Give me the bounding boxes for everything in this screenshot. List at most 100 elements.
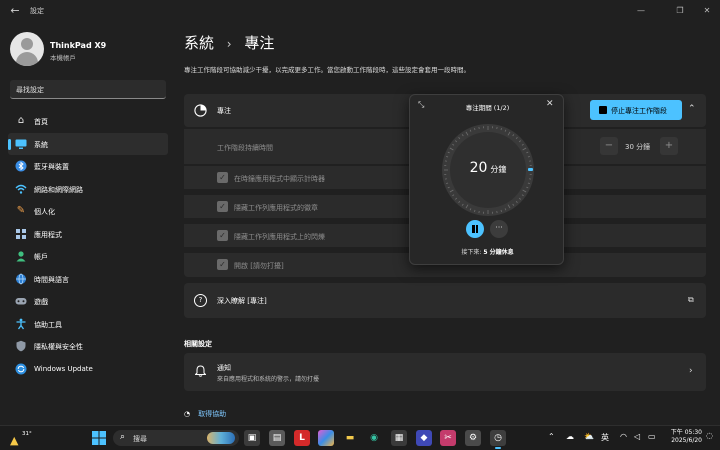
duration-increase-button[interactable]: + [660, 137, 678, 155]
checkbox-checked-icon[interactable]: ✓ [217, 172, 228, 183]
focus-timer-title: 專注期間 (1/2) [465, 104, 510, 112]
close-icon[interactable]: ✕ [546, 99, 554, 109]
edge-browser-icon[interactable]: ◉ [366, 430, 382, 446]
lenovo-app-icon[interactable]: L [294, 430, 310, 446]
sidebar-item-label: 個人化 [34, 208, 55, 216]
bell-icon [194, 365, 207, 380]
snipping-tool-icon[interactable]: ✂ [440, 430, 456, 446]
cloud-icon[interactable]: ☁ [566, 432, 574, 441]
profile-account: 本機帳戶 [50, 54, 76, 62]
option-label: 隱藏工作列應用程式上的閃爍 [234, 233, 325, 241]
timer-dial: 20 分鐘 [440, 122, 536, 218]
page-title: 專注 [244, 34, 275, 52]
chevron-right-icon: › [689, 366, 693, 376]
stop-focus-session-button[interactable]: 停止專注工作階段 [590, 100, 682, 120]
focus-timer-popup: ⤡ 專注期間 (1/2) ✕ 20 分鐘 ··· 接下來: 5 分鐘休息 [409, 94, 564, 265]
shield-icon [15, 340, 27, 352]
get-help-link[interactable]: ◔ 取得協助 [184, 409, 226, 419]
sidebar-item-privacy[interactable]: 隱私權與安全性 [8, 335, 168, 358]
sidebar-nav: ⌂ 首頁 系統 藍牙與裝置 網路和網際網路 ✎ 個人化 應用程式 帳戶 時間與語… [8, 110, 168, 380]
wifi-status-icon[interactable]: ◠ [620, 432, 627, 441]
show-hidden-icons[interactable]: ⌃ [548, 432, 555, 441]
sidebar-item-label: 時間與語言 [34, 275, 69, 284]
vantage-app-icon[interactable]: ◆ [416, 430, 432, 446]
sidebar-item-label: 首頁 [34, 118, 48, 126]
weather-widget[interactable]: ▲ 31° [10, 430, 32, 447]
checkbox-checked-icon[interactable]: ✓ [217, 259, 228, 270]
sidebar-item-personalization[interactable]: ✎ 個人化 [8, 200, 168, 223]
brush-icon: ✎ [16, 205, 26, 216]
sidebar-item-apps[interactable]: 應用程式 [8, 223, 168, 246]
sidebar-item-system[interactable]: 系統 [8, 132, 168, 155]
learn-more-card[interactable]: ? 深入瞭解 [專注] ⧉ [184, 283, 706, 318]
close-icon[interactable]: ✕ [700, 4, 714, 18]
notifications-subtitle: 來自應用程式和系統的警示，請勿打擾 [217, 376, 320, 383]
option-label: 開啟 [請勿打擾] [234, 262, 284, 270]
checkbox-checked-icon[interactable]: ✓ [217, 230, 228, 241]
next-up-text: 接下來: 5 分鐘休息 [461, 249, 514, 256]
active-app-indicator [495, 447, 501, 449]
update-icon [15, 363, 27, 375]
battery-icon[interactable]: ▭ [648, 432, 656, 441]
pause-button[interactable] [466, 220, 484, 238]
sidebar-item-label: 協助工具 [34, 320, 62, 329]
profile-name: ThinkPad X9 [50, 41, 107, 50]
minimize-icon[interactable]: — [634, 4, 648, 18]
checkbox-checked-icon[interactable]: ✓ [217, 201, 228, 212]
sidebar-item-time-language[interactable]: 時間與語言 [8, 268, 168, 291]
open-external-icon[interactable]: ⧉ [688, 295, 694, 305]
settings-search[interactable] [10, 80, 166, 99]
back-arrow-icon[interactable]: ← [8, 4, 22, 18]
onedrive-icon[interactable]: ⛅ [584, 432, 594, 441]
focus-label: 專注 [217, 107, 231, 115]
notifications-title: 通知 [217, 364, 231, 372]
file-explorer-icon[interactable]: ▬ [342, 430, 358, 446]
copilot-icon[interactable] [318, 430, 334, 446]
task-view-icon[interactable]: ▣ [244, 430, 260, 446]
maximize-icon[interactable]: ❐ [673, 4, 687, 18]
breadcrumb-separator: › [226, 37, 232, 51]
avatar [10, 32, 44, 66]
sidebar-item-label: 帳戶 [34, 253, 48, 261]
page-description: 專注工作階段可協助減少干擾，以完成更多工作。當您啟動工作階段時，這些設定會套用一… [184, 66, 470, 74]
bluetooth-icon [15, 160, 27, 172]
sidebar-item-accessibility[interactable]: 協助工具 [8, 313, 168, 336]
clock-app-icon[interactable]: ◷ [490, 430, 506, 446]
weather-sun-icon: ▲ [10, 434, 19, 447]
ime-indicator[interactable]: 英 [601, 432, 609, 443]
accessibility-icon [15, 318, 27, 330]
sidebar-item-label: 遊戲 [34, 298, 48, 306]
help-circle-icon: ? [194, 294, 207, 307]
copilot-app-icon[interactable]: ▤ [269, 430, 285, 446]
search-input[interactable] [16, 83, 156, 96]
duration-decrease-button[interactable]: − [600, 137, 618, 155]
more-options-button[interactable]: ··· [490, 220, 508, 238]
sidebar-item-gaming[interactable]: 遊戲 [8, 290, 168, 313]
taskbar-search[interactable]: ⌕ 搜尋 [113, 430, 239, 446]
sidebar-item-home[interactable]: ⌂ 首頁 [8, 110, 168, 133]
learn-more-label: 深入瞭解 [專注] [217, 297, 267, 305]
sidebar-item-accounts[interactable]: 帳戶 [8, 245, 168, 268]
sidebar-item-bluetooth[interactable]: 藍牙與裝置 [8, 155, 168, 178]
volume-icon[interactable]: ◁ [634, 432, 640, 441]
notifications-card[interactable]: 通知 來自應用程式和系統的警示，請勿打擾 › [184, 353, 706, 391]
settings-app-icon[interactable]: ⚙ [465, 430, 481, 446]
sidebar-item-label: Windows Update [34, 364, 93, 373]
taskbar: ▲ 31° ⌕ 搜尋 ▣ ▤ L ▬ ◉ ▦ ◆ ✂ ⚙ ◷ ⌃ ☁ ⛅ 英 ◠… [0, 425, 720, 450]
stop-icon [599, 106, 607, 114]
sidebar-item-label: 隱私權與安全性 [34, 343, 83, 351]
system-icon [15, 138, 27, 150]
chevron-up-icon[interactable]: ⌃ [688, 104, 696, 114]
microsoft-store-icon[interactable]: ▦ [391, 430, 407, 446]
breadcrumb-system[interactable]: 系統 [184, 34, 214, 52]
notification-bell-icon[interactable]: ◌ [706, 431, 713, 440]
sidebar-item-label: 網路和網際網路 [34, 185, 83, 194]
sidebar-item-windows-update[interactable]: Windows Update [8, 358, 168, 381]
timer-minutes: 20 [469, 160, 488, 176]
taskbar-clock[interactable]: 下午 05:30 2025/6/20 [662, 429, 702, 445]
search-icon: ⌕ [120, 432, 126, 442]
home-icon: ⌂ [17, 115, 25, 126]
start-button-icon[interactable] [91, 430, 107, 446]
sidebar-item-network[interactable]: 網路和網際網路 [8, 178, 168, 201]
gamepad-icon [15, 295, 27, 307]
